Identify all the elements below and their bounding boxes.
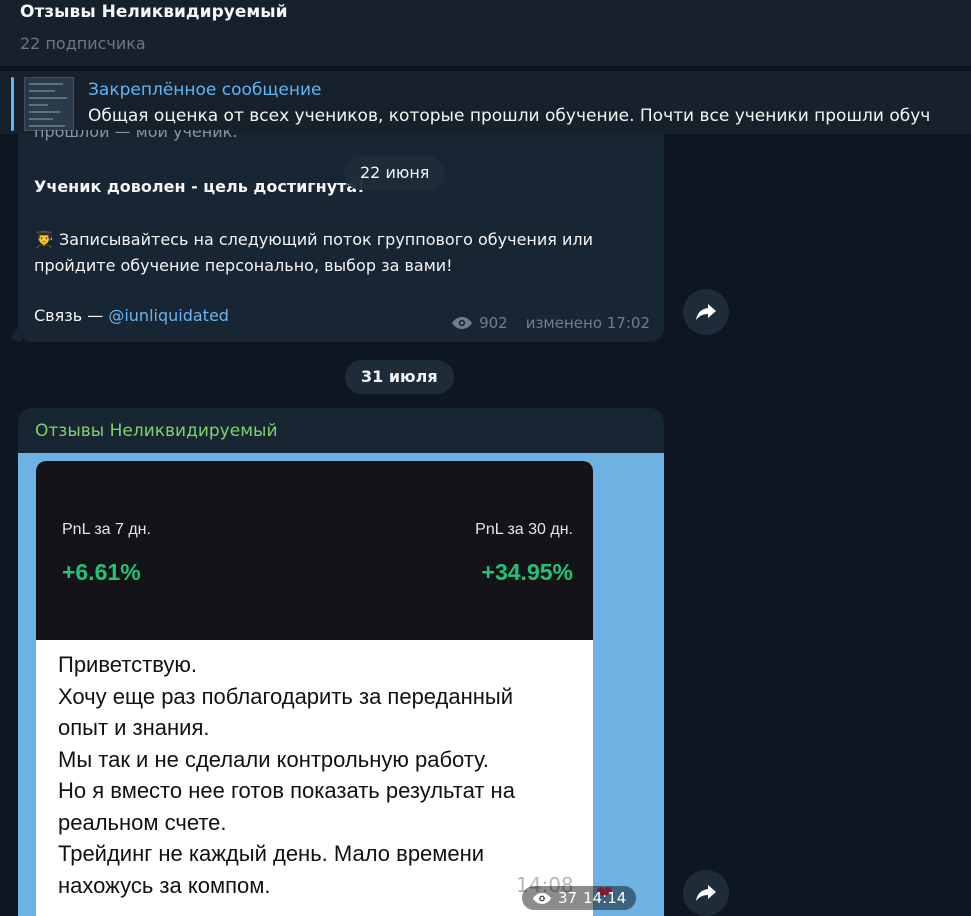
channel-title[interactable]: Отзывы Неликвидируемый [20, 2, 288, 22]
message-headline: Ученик доволен - цель достигнута! [34, 177, 365, 196]
review-line: нахожусь за компом. [58, 872, 271, 898]
message-body: 👨‍🎓 Записывайтесь на следующий поток гру… [34, 227, 654, 279]
message-photo[interactable]: PnL за 7 дн. +6.61% PnL за 30 дн. +34.95… [18, 453, 664, 916]
share-button[interactable] [683, 289, 729, 335]
pnl-panel: PnL за 7 дн. +6.61% PnL за 30 дн. +34.95… [36, 461, 593, 640]
screenshot-card: PnL за 7 дн. +6.61% PnL за 30 дн. +34.95… [36, 461, 593, 916]
share-icon [696, 304, 716, 320]
message-bubble[interactable]: Отзывы Неликвидируемый PnL за 7 дн. +6.6… [18, 408, 664, 916]
date-separator: 31 июля [345, 360, 454, 394]
contact-link[interactable]: @iunliquidated [108, 306, 229, 325]
eye-icon [532, 892, 552, 904]
pnl-7d-label: PnL за 7 дн. [62, 521, 151, 538]
review-line: Приветствую. [58, 652, 198, 677]
review-line: Хочу еще раз поблагодарить за переданный [58, 683, 514, 709]
message-bubble[interactable]: прошлой — мой ученик. Ученик доволен - ц… [18, 130, 664, 342]
review-line: опыт и знания. [58, 715, 210, 740]
message-author[interactable]: Отзывы Неликвидируемый [35, 421, 278, 441]
subscriber-count: 22 подписчика [20, 34, 146, 53]
review-line: Мы так и не сделали контрольную работу. [58, 746, 490, 772]
message-text: Записывайтесь на следующий поток группов… [34, 230, 594, 275]
pnl-7d: PnL за 7 дн. +6.61% [62, 521, 151, 586]
review-line: Трейдинг не каждый день. Мало времени [58, 841, 485, 866]
message-time: 14:14 [583, 889, 627, 907]
pinned-title: Закреплённое сообщение [88, 80, 322, 100]
photo-meta: 37 14:14 [522, 886, 637, 910]
contact-line: Связь — @iunliquidated [34, 306, 229, 325]
pnl-30d: PnL за 30 дн. +34.95% [475, 521, 573, 586]
pnl-30d-label: PnL за 30 дн. [475, 521, 573, 538]
chat-header[interactable]: Отзывы Неликвидируемый 22 подписчика [0, 0, 971, 66]
message-meta: 902 изменено 17:02 [451, 314, 650, 332]
pnl-30d-value: +34.95% [481, 559, 573, 585]
floating-date-pill: 22 июня [344, 156, 446, 190]
review-line: Но я вместо нее готов показать результат… [58, 778, 515, 803]
pinned-thumbnail [24, 77, 74, 131]
view-count: 902 [479, 314, 508, 332]
view-count: 37 [558, 889, 578, 907]
contact-label: Связь — [34, 306, 109, 325]
review-line: реальном счете. [58, 809, 227, 835]
pnl-7d-value: +6.61% [62, 559, 141, 585]
pinned-indicator [11, 77, 14, 131]
edited-time: изменено 17:02 [525, 314, 650, 332]
pinned-text: Общая оценка от всех учеников, которые п… [88, 106, 931, 126]
share-button[interactable] [683, 870, 729, 916]
review-text: Приветствую. Хочу еще раз поблагодарить … [58, 649, 578, 901]
pinned-message-bar[interactable]: Закреплённое сообщение Общая оценка от в… [0, 70, 971, 134]
eye-icon [452, 317, 473, 329]
share-icon [696, 885, 716, 901]
truncated-text: прошлой — мой ученик. [34, 130, 238, 141]
graduate-emoji-icon: 👨‍🎓 [34, 230, 54, 249]
